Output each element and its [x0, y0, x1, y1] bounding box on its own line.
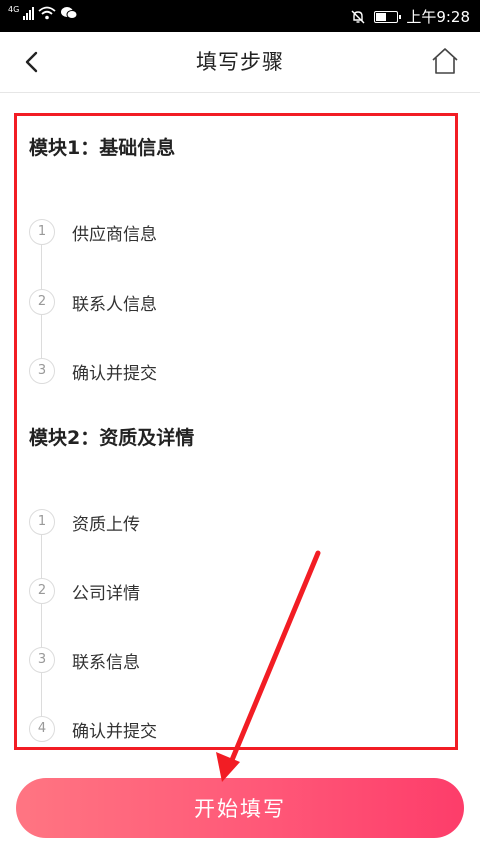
step-label: 确认并提交: [72, 721, 157, 742]
step-number: 3: [29, 358, 55, 384]
module-basic-info: 模块1：基础信息 1 供应商信息 2 联系人信息 3 确认并提交: [29, 133, 449, 384]
step-label: 联系人信息: [72, 294, 157, 315]
home-icon[interactable]: [430, 46, 460, 76]
start-filling-button[interactable]: 开始填写: [16, 778, 464, 838]
step-number: 2: [29, 578, 55, 604]
wechat-icon: [61, 7, 78, 19]
step-label: 确认并提交: [72, 363, 157, 384]
wifi-icon: [38, 6, 56, 20]
step-item[interactable]: 1 供应商信息: [29, 218, 157, 246]
step-number: 3: [29, 647, 55, 673]
step-item[interactable]: 3 确认并提交: [29, 357, 157, 385]
module-title: 模块2：资质及详情: [29, 427, 195, 449]
step-label: 联系信息: [72, 652, 140, 673]
module-title: 模块1：基础信息: [29, 137, 176, 159]
step-label: 资质上传: [72, 514, 140, 535]
clock: 上午9:28: [406, 8, 470, 26]
step-item[interactable]: 1 资质上传: [29, 508, 140, 536]
step-connector-line: [41, 525, 42, 735]
status-left: 4G: [8, 6, 78, 20]
signal-icon: [23, 6, 35, 20]
nav-header: 填写步骤: [0, 32, 480, 93]
step-item[interactable]: 4 确认并提交: [29, 715, 157, 743]
page-title: 填写步骤: [196, 50, 284, 74]
step-item[interactable]: 2 公司详情: [29, 577, 140, 605]
status-right: 上午9:28: [350, 6, 470, 27]
status-bar: 4G 上午9:28: [0, 0, 480, 32]
battery-icon: [374, 10, 402, 23]
steps-highlight-box: 模块1：基础信息 1 供应商信息 2 联系人信息 3 确认并提交 模块2：资质及…: [14, 113, 458, 750]
step-number: 4: [29, 716, 55, 742]
module-qualification-details: 模块2：资质及详情 1 资质上传 2 公司详情 3 联系信息 4 确认并提交: [29, 423, 449, 742]
mute-bell-icon: [351, 10, 365, 23]
step-number: 1: [29, 219, 55, 245]
step-label: 公司详情: [72, 583, 140, 604]
step-label: 供应商信息: [72, 224, 157, 245]
step-number: 2: [29, 289, 55, 315]
network-type: 4G: [8, 5, 20, 14]
step-item[interactable]: 2 联系人信息: [29, 288, 157, 316]
step-item[interactable]: 3 联系信息: [29, 646, 140, 674]
battery-level: [376, 12, 387, 21]
step-number: 1: [29, 509, 55, 535]
